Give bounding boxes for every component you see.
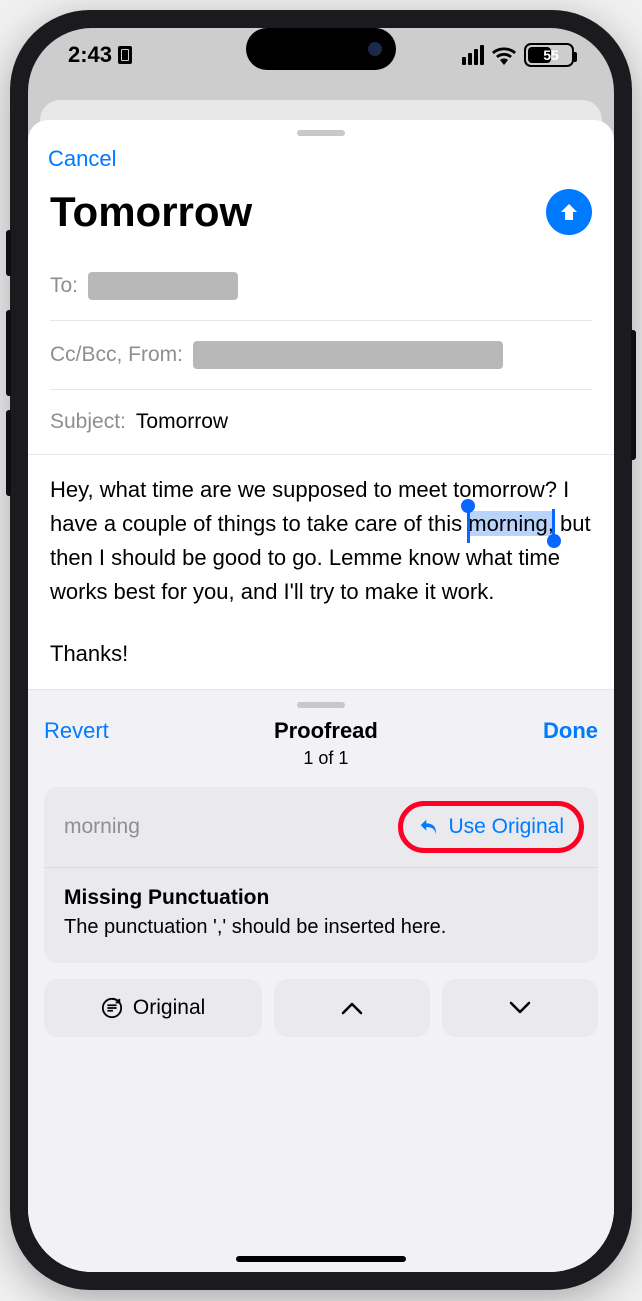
subject-value: Tomorrow <box>136 410 228 434</box>
selection-handle-end[interactable] <box>547 534 561 548</box>
prev-suggestion-button[interactable] <box>274 979 430 1037</box>
panel-grabber[interactable] <box>297 702 345 708</box>
ccbcc-field[interactable]: Cc/Bcc, From: <box>50 320 592 389</box>
side-button-silent <box>6 230 11 276</box>
front-camera <box>368 42 382 56</box>
phone-frame: 2:43 55 Cancel <box>10 10 632 1290</box>
issue-title: Missing Punctuation <box>64 886 578 910</box>
ccbcc-label: Cc/Bcc, From: <box>50 343 183 367</box>
compose-sheet: Cancel Tomorrow To: Cc/Bcc, From: <box>28 120 614 1272</box>
sheet-grabber[interactable] <box>297 130 345 136</box>
proofread-title: Proofread <box>274 718 378 744</box>
original-button-label: Original <box>133 996 205 1020</box>
text-selection[interactable]: morning, <box>468 511 554 536</box>
status-time: 2:43 <box>68 42 112 68</box>
revert-button[interactable]: Revert <box>44 718 109 744</box>
dynamic-island <box>246 28 396 70</box>
body-signoff: Thanks! <box>50 637 592 671</box>
chevron-down-icon <box>509 1001 531 1015</box>
email-body[interactable]: Hey, what time are we supposed to meet t… <box>28 454 614 689</box>
subject-field[interactable]: Subject: Tomorrow <box>50 389 592 454</box>
undo-icon <box>418 816 440 838</box>
original-icon <box>101 997 123 1019</box>
suggestion-card: morning Use Original Missing Punctuation… <box>44 787 598 963</box>
done-button[interactable]: Done <box>543 718 598 744</box>
cellular-signal-icon <box>462 45 484 65</box>
suggestion-word: morning <box>64 815 140 839</box>
from-value-redacted <box>193 341 503 369</box>
use-original-button[interactable]: Use Original <box>404 809 578 845</box>
body-text-selected: morning, <box>468 511 554 536</box>
cancel-button[interactable]: Cancel <box>48 146 116 172</box>
wifi-icon <box>492 45 516 65</box>
compose-title: Tomorrow <box>50 188 252 236</box>
next-suggestion-button[interactable] <box>442 979 598 1037</box>
selection-bar-start <box>467 509 470 543</box>
sim-icon <box>118 46 132 64</box>
phone-screen: 2:43 55 Cancel <box>28 28 614 1272</box>
chevron-up-icon <box>341 1001 363 1015</box>
side-button-vol-up <box>6 310 11 396</box>
issue-description: The punctuation ',' should be inserted h… <box>64 916 578 939</box>
original-toggle-button[interactable]: Original <box>44 979 262 1037</box>
proofread-count: 1 of 1 <box>274 748 378 769</box>
use-original-label: Use Original <box>448 815 564 839</box>
battery-icon: 55 <box>524 43 574 67</box>
to-value-redacted <box>88 272 238 300</box>
to-label: To: <box>50 274 78 298</box>
home-indicator[interactable] <box>236 1256 406 1262</box>
arrow-up-icon <box>557 200 581 224</box>
battery-percentage: 55 <box>528 47 574 63</box>
side-button-power <box>631 330 636 460</box>
proofread-panel: Revert Proofread 1 of 1 Done morning <box>28 689 614 1272</box>
to-field[interactable]: To: <box>50 252 592 320</box>
subject-label: Subject: <box>50 410 126 434</box>
side-button-vol-down <box>6 410 11 496</box>
send-button[interactable] <box>546 189 592 235</box>
